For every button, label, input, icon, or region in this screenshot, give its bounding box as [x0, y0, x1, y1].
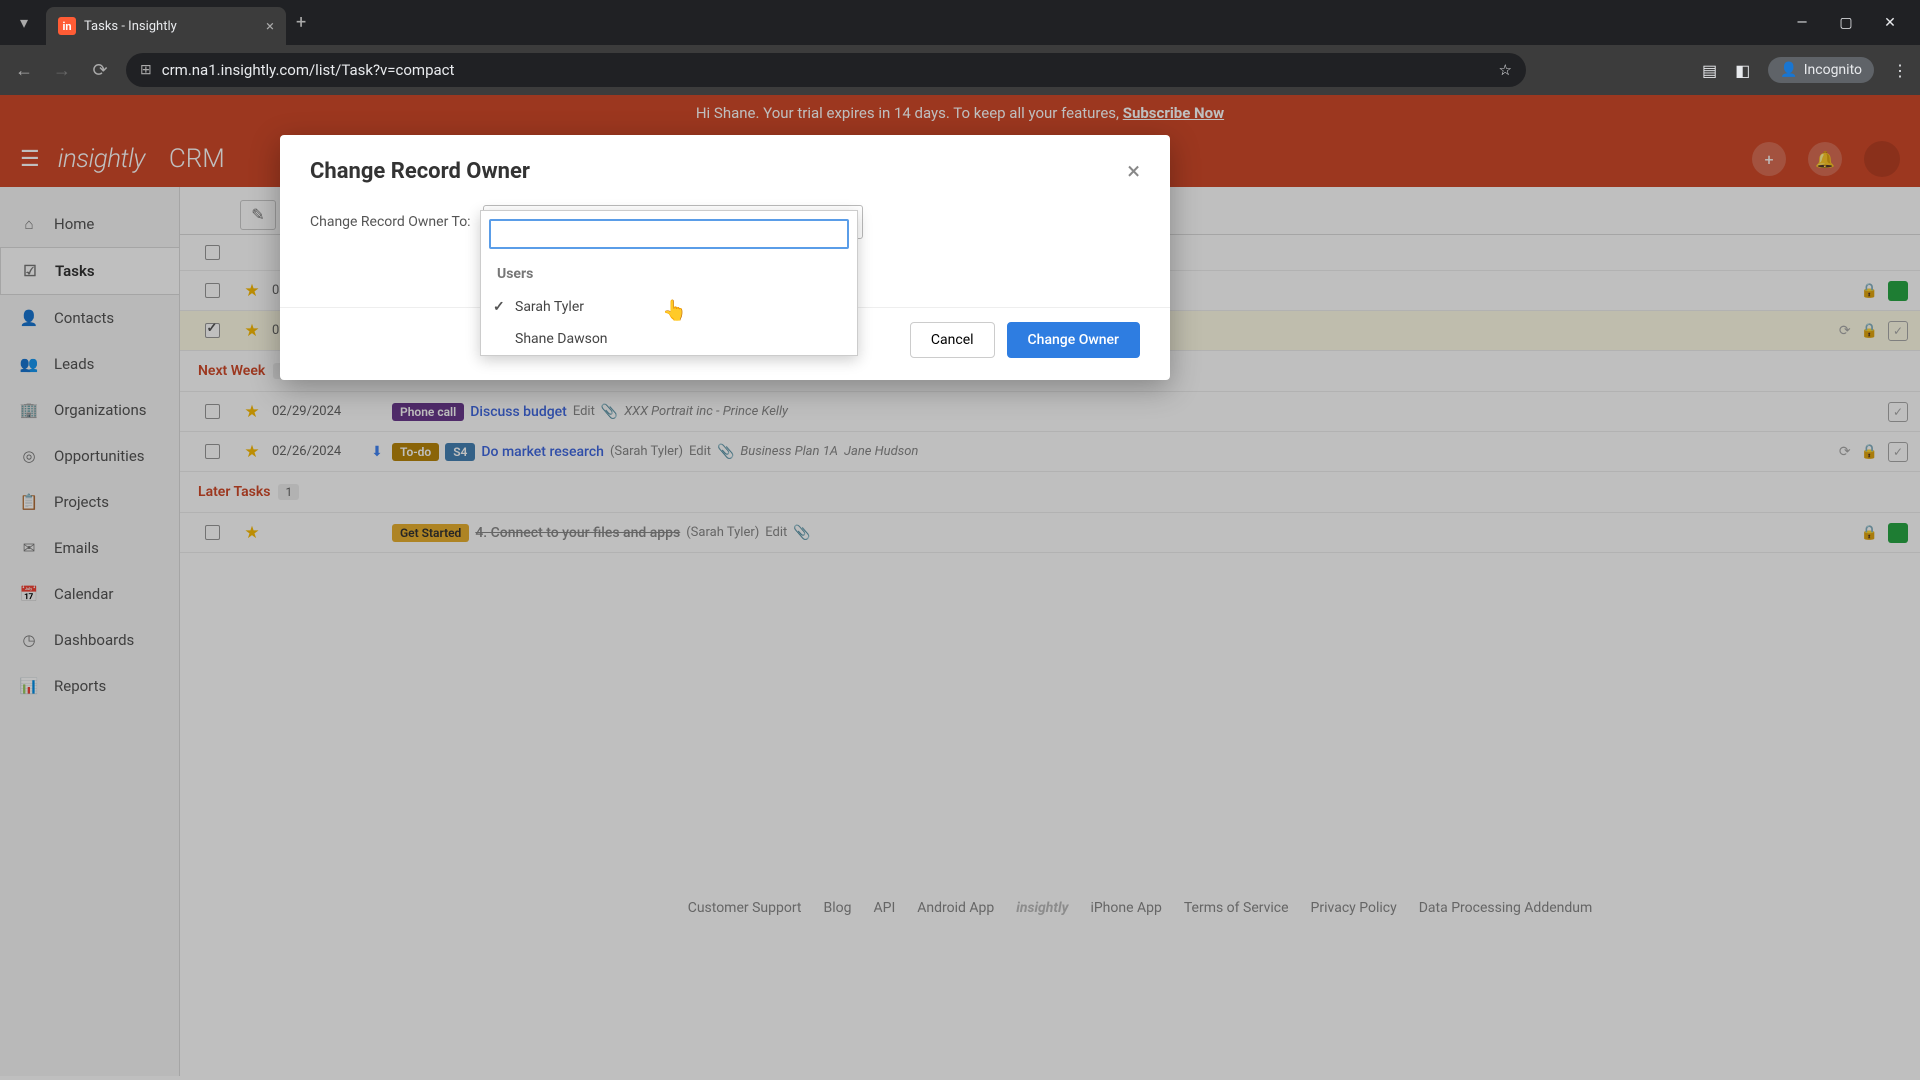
forward-button[interactable]: → — [50, 60, 74, 81]
back-button[interactable]: ← — [12, 60, 36, 81]
maximize-button[interactable]: ▢ — [1836, 15, 1856, 31]
side-panel-icon[interactable]: ◧ — [1735, 61, 1750, 80]
minimize-button[interactable]: — — [1792, 15, 1812, 31]
reload-button[interactable]: ⟳ — [88, 60, 112, 81]
modal-title: Change Record Owner — [310, 159, 530, 184]
browser-toolbar: ← → ⟳ ⊞ crm.na1.insightly.com/list/Task?… — [0, 45, 1920, 95]
dropdown-option[interactable]: Sarah Tyler — [481, 291, 857, 323]
tab-search-button[interactable]: ▾ — [10, 9, 38, 37]
dropdown-option[interactable]: Shane Dawson — [481, 323, 857, 355]
favicon-icon: in — [58, 17, 76, 35]
close-window-button[interactable]: ✕ — [1880, 15, 1900, 31]
owner-dropdown-panel: Users Sarah Tyler Shane Dawson — [480, 210, 858, 356]
owner-field-label: Change Record Owner To: — [310, 214, 471, 230]
browser-tab[interactable]: in Tasks - Insightly × — [46, 7, 286, 45]
dropdown-search-input[interactable] — [489, 219, 849, 249]
extensions-icon[interactable]: ▤ — [1702, 61, 1717, 80]
dropdown-group-label: Users — [481, 257, 857, 291]
tab-title: Tasks - Insightly — [84, 19, 177, 34]
incognito-icon: 👤 — [1780, 62, 1797, 78]
cancel-button[interactable]: Cancel — [910, 322, 995, 358]
browser-tab-strip: ▾ in Tasks - Insightly × + — ▢ ✕ — [0, 0, 1920, 45]
change-owner-button[interactable]: Change Owner — [1007, 322, 1140, 358]
tab-close-button[interactable]: × — [266, 17, 274, 35]
browser-menu-button[interactable]: ⋮ — [1892, 61, 1908, 80]
modal-close-button[interactable]: × — [1127, 157, 1140, 185]
site-settings-icon[interactable]: ⊞ — [140, 62, 152, 78]
url-text: crm.na1.insightly.com/list/Task?v=compac… — [162, 61, 455, 79]
incognito-indicator[interactable]: 👤 Incognito — [1768, 57, 1874, 83]
bookmark-icon[interactable]: ☆ — [1499, 61, 1512, 79]
new-tab-button[interactable]: + — [296, 12, 306, 33]
address-bar[interactable]: ⊞ crm.na1.insightly.com/list/Task?v=comp… — [126, 53, 1526, 87]
